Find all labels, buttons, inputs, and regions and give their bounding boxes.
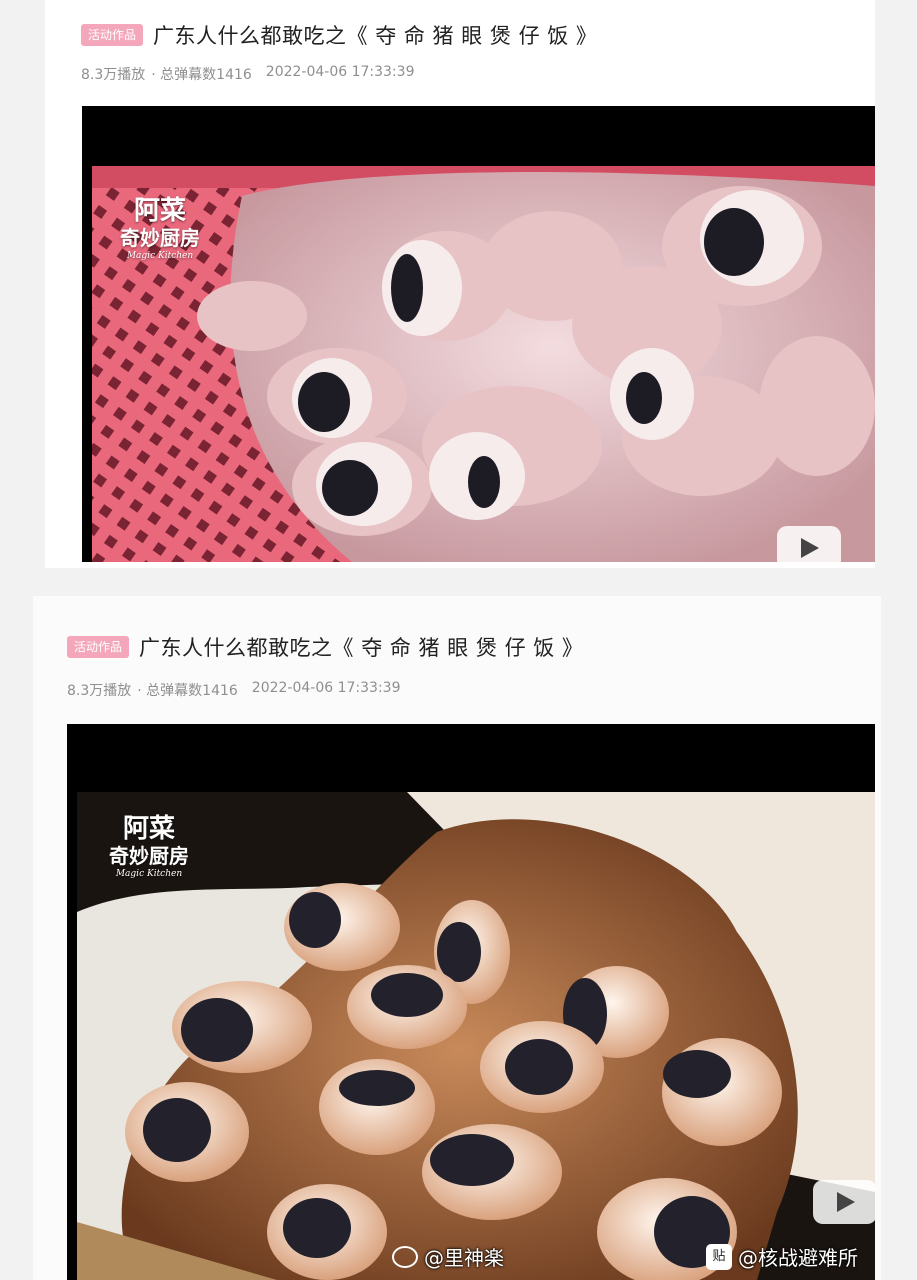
post-date: 2022-04-06 17:33:39: [251, 680, 401, 696]
video-frame[interactable]: 阿菜 奇妙厨房 Magic Kitchen: [77, 792, 875, 1280]
video-player[interactable]: 阿菜 奇妙厨房 Magic Kitchen: [82, 106, 875, 562]
tieba-watermark: 贴 @核战避难所: [706, 1242, 858, 1271]
weibo-icon: [392, 1245, 418, 1268]
video-still-cooked-pork-eyes-rice: [77, 792, 875, 1280]
video-post-card[interactable]: 活动作品 广东人什么都敢吃之《 夺 命 猪 眼 煲 仔 饭 》 8.3万播放 ·…: [33, 596, 881, 1280]
watermark-bar: @里神楽 贴 @核战避难所: [0, 1238, 917, 1276]
weibo-handle: @里神楽: [424, 1246, 504, 1270]
activity-badge: 活动作品: [67, 636, 130, 658]
post-title[interactable]: 广东人什么都敢吃之《 夺 命 猪 眼 煲 仔 饭 》: [153, 20, 597, 50]
play-count: 8.3万播放: [67, 683, 132, 699]
tieba-handle: @核战避难所: [738, 1246, 858, 1270]
weibo-watermark: @里神楽: [392, 1242, 504, 1271]
channel-logo: 阿菜 奇妙厨房 Magic Kitchen: [109, 814, 189, 879]
activity-badge: 活动作品: [81, 24, 144, 46]
post-date: 2022-04-06 17:33:39: [265, 64, 415, 80]
play-count: 8.3万播放: [81, 67, 146, 83]
post-title[interactable]: 广东人什么都敢吃之《 夺 命 猪 眼 煲 仔 饭 》: [139, 632, 583, 662]
post-title-row: 活动作品 广东人什么都敢吃之《 夺 命 猪 眼 煲 仔 饭 》: [81, 20, 597, 50]
video-player[interactable]: 阿菜 奇妙厨房 Magic Kitchen: [67, 724, 875, 1280]
video-frame[interactable]: 阿菜 奇妙厨房 Magic Kitchen: [92, 166, 875, 562]
post-meta: 8.3万播放 · 总弹幕数1416 2022-04-06 17:33:39: [81, 64, 421, 84]
channel-logo: 阿菜 奇妙厨房 Magic Kitchen: [120, 196, 200, 261]
post-title-row: 活动作品 广东人什么都敢吃之《 夺 命 猪 眼 煲 仔 饭 》: [67, 632, 583, 662]
play-icon[interactable]: [777, 526, 841, 562]
danmaku-count: · 总弹幕数1416: [137, 683, 238, 699]
video-still-raw-pork-eyes: [92, 166, 875, 562]
tieba-icon: 贴: [706, 1243, 732, 1270]
danmaku-count: · 总弹幕数1416: [151, 67, 252, 83]
post-meta: 8.3万播放 · 总弹幕数1416 2022-04-06 17:33:39: [67, 680, 407, 700]
play-icon[interactable]: [813, 1180, 875, 1224]
video-post-card[interactable]: 活动作品 广东人什么都敢吃之《 夺 命 猪 眼 煲 仔 饭 》 8.3万播放 ·…: [45, 0, 875, 568]
